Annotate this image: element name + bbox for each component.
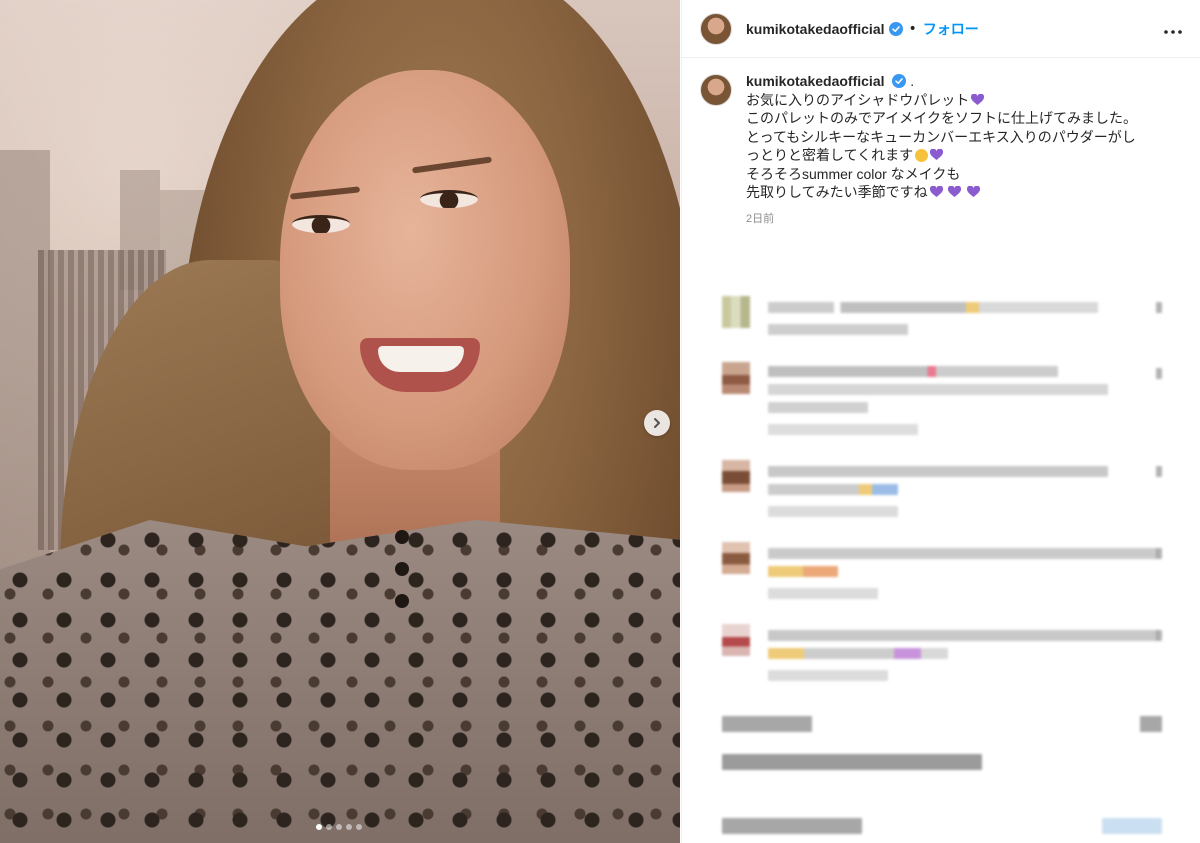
photo-leopard-top	[0, 520, 680, 843]
like-icon[interactable]	[1156, 302, 1162, 313]
purple-heart-icon	[930, 149, 944, 160]
carousel-dot	[326, 824, 332, 830]
carousel-dots	[316, 824, 362, 830]
carousel-dot	[356, 824, 362, 830]
caption-lead: .	[910, 73, 915, 89]
photo-teeth	[378, 346, 464, 372]
redacted-text	[768, 366, 1058, 377]
carousel-dot	[336, 824, 342, 830]
redacted-text	[1140, 716, 1162, 732]
redacted-text	[768, 566, 838, 577]
caption-line: お気に入りのアイシャドウパレット	[746, 91, 970, 108]
post-caption: kumikotakedaofficial . お気に入りのアイシャドウパレット …	[682, 58, 1200, 228]
caption-body: kumikotakedaofficial . お気に入りのアイシャドウパレット …	[746, 72, 1137, 228]
commenter-avatar[interactable]	[722, 296, 750, 328]
separator-dot: •	[908, 20, 917, 37]
redacted-text	[722, 754, 982, 770]
caption-line: っとりと密着してくれます	[746, 147, 914, 163]
commenter-avatar[interactable]	[722, 542, 750, 574]
redacted-text	[768, 648, 948, 659]
post-timestamp: 2日前	[746, 212, 775, 225]
commenter-avatar[interactable]	[722, 624, 750, 656]
caption-line: このパレットのみでアイメイクをソフトに仕上げてみました。	[746, 110, 1138, 126]
redacted-text	[768, 302, 1098, 313]
carousel-dot	[346, 824, 352, 830]
purple-heart-icon	[929, 186, 943, 197]
like-icon[interactable]	[1156, 466, 1162, 477]
avatar[interactable]	[700, 12, 732, 45]
redacted-text	[1102, 818, 1162, 834]
caption-line: 先取りしてみたい季節ですね	[746, 184, 928, 200]
like-icon[interactable]	[1156, 548, 1162, 559]
caption-line: そろそろsummer color なメイクも	[746, 165, 961, 182]
redacted-text	[768, 324, 908, 335]
chevron-right-icon	[654, 418, 660, 428]
post-header: kumikotakedaofficial • フォロー	[682, 0, 1200, 58]
smiling-face-icon	[915, 149, 929, 162]
redacted-text	[768, 630, 1158, 641]
purple-heart-icon	[971, 93, 985, 105]
commenter-avatar[interactable]	[722, 460, 750, 492]
redacted-text	[768, 402, 868, 413]
purple-heart-icon	[948, 186, 962, 197]
caption-line: とってもシルキーなキューカンバーエキス入りのパウダーがし	[746, 128, 1136, 145]
header-username[interactable]: kumikotakedaofficial	[746, 21, 885, 37]
like-icon[interactable]	[1156, 630, 1162, 641]
redacted-text	[768, 424, 918, 435]
redacted-text	[768, 506, 898, 517]
more-options-button[interactable]	[1164, 18, 1182, 39]
photo-top-buttons	[395, 530, 409, 626]
redacted-text	[768, 466, 1108, 477]
carousel-dot-active	[316, 824, 322, 830]
avatar[interactable]	[700, 74, 732, 106]
photo-eye	[420, 190, 478, 208]
like-icon[interactable]	[1156, 368, 1162, 379]
purple-heart-icon	[967, 186, 981, 197]
redacted-text	[768, 484, 898, 495]
more-options-icon	[1164, 30, 1182, 34]
redacted-text	[722, 716, 812, 732]
carousel-next-button[interactable]	[644, 410, 670, 436]
caption-username[interactable]: kumikotakedaofficial	[746, 73, 885, 89]
follow-button[interactable]: フォロー	[923, 19, 979, 39]
redacted-text	[722, 818, 862, 834]
redacted-text	[768, 588, 878, 599]
redacted-text	[768, 670, 888, 681]
redacted-text	[768, 548, 1158, 559]
photo-eye	[292, 215, 350, 233]
commenter-avatar[interactable]	[722, 362, 750, 394]
post-side-panel: kumikotakedaofficial • フォロー kumikotakeda…	[681, 0, 1200, 843]
verified-badge-icon	[888, 21, 903, 36]
redacted-text	[768, 384, 1108, 395]
photo-face	[280, 70, 570, 470]
post-photo[interactable]	[0, 0, 680, 843]
verified-badge-icon	[892, 74, 907, 88]
